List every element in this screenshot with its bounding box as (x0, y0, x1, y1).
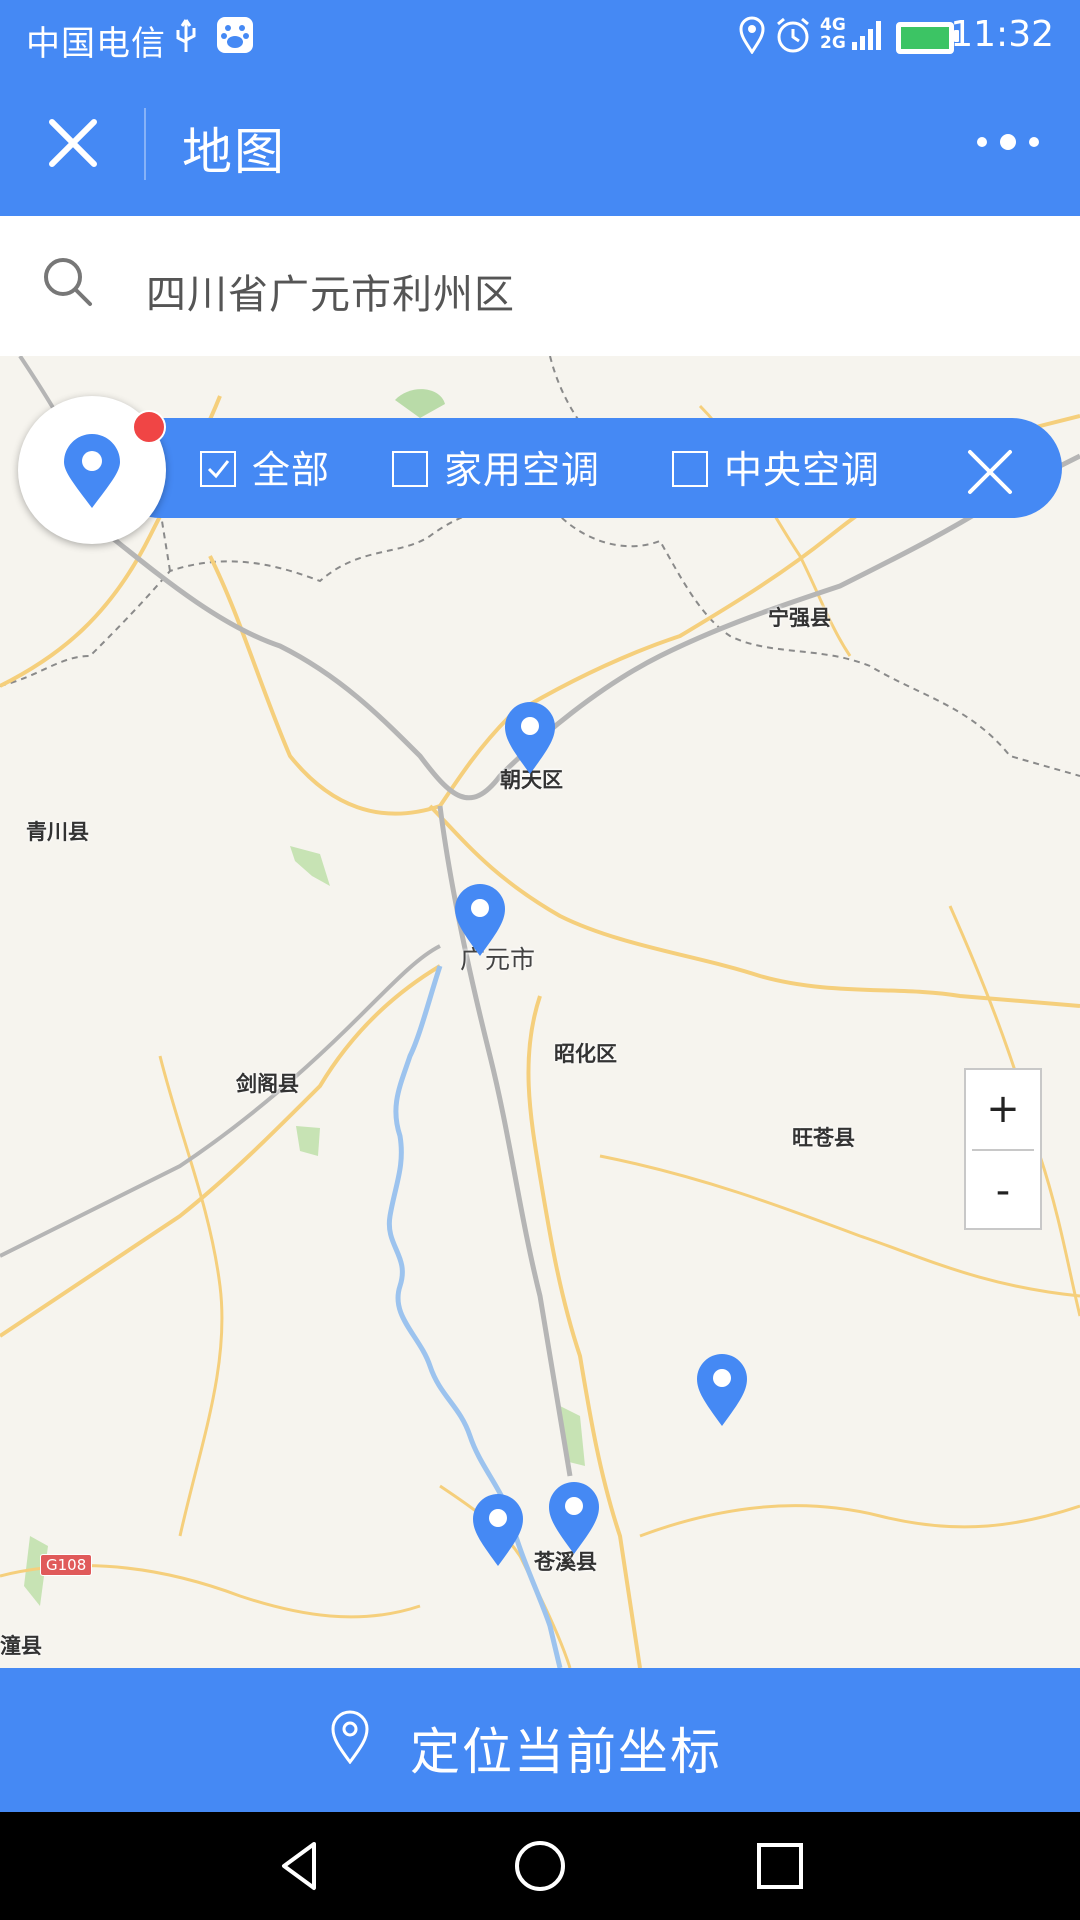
location-pin-icon (331, 1710, 369, 1764)
zoom-in-button[interactable]: + (966, 1070, 1040, 1148)
network-label: 4G 2G (820, 16, 846, 52)
check-icon (207, 460, 230, 479)
map-marker[interactable] (452, 882, 508, 958)
label-jiange: 剑阁县 (236, 1072, 299, 1096)
map-marker[interactable] (694, 1352, 750, 1428)
zoom-control: + - (964, 1068, 1042, 1230)
zoom-divider (972, 1149, 1034, 1151)
checkbox-unchecked[interactable] (392, 451, 428, 487)
close-icon[interactable] (36, 106, 110, 180)
search-bar[interactable]: 四川省广元市利州区 (0, 216, 1080, 358)
filter-option-label: 家用空调 (444, 448, 601, 492)
network-4g-label: 4G (820, 15, 846, 35)
map-marker[interactable] (470, 1492, 526, 1568)
usb-icon (176, 19, 196, 52)
carrier-label: 中国电信 (26, 24, 166, 64)
zoom-out-button[interactable]: - (966, 1152, 1040, 1230)
label-wangcang: 旺苍县 (792, 1126, 855, 1150)
back-icon[interactable] (270, 1836, 330, 1896)
signal-icon (852, 21, 881, 50)
battery-icon (896, 22, 954, 54)
map-marker[interactable] (502, 700, 558, 776)
road-badge: G108 (40, 1554, 93, 1576)
label-zitong: 潼县 (0, 1634, 42, 1658)
baidu-app-icon (217, 17, 253, 53)
location-pin-icon (64, 434, 120, 508)
map-base (0, 356, 1080, 1668)
filter-option-label: 中央空调 (724, 448, 881, 492)
search-icon (44, 258, 92, 306)
title-divider (144, 108, 146, 180)
checkbox-checked[interactable] (200, 451, 236, 487)
search-input[interactable]: 四川省广元市利州区 (146, 262, 515, 320)
clock: 11:32 (950, 14, 1054, 55)
status-bar: 中国电信 4G 2G 11:32 (0, 0, 1080, 72)
map-view[interactable]: 宁强县 朝天区 青川县 广元市 昭化区 剑阁县 旺苍县 苍溪县 潼县 G108 … (0, 356, 1080, 1668)
locate-current-button[interactable]: 定位当前坐标 (0, 1668, 1080, 1812)
label-qingchuan: 青川县 (26, 820, 89, 844)
home-icon[interactable] (510, 1836, 570, 1896)
filter-option-label: 全部 (252, 448, 331, 492)
label-zhaohua: 昭化区 (554, 1042, 617, 1066)
recents-icon[interactable] (750, 1836, 810, 1896)
map-marker[interactable] (546, 1480, 602, 1556)
page-title: 地图 (182, 123, 286, 181)
more-options-icon[interactable] (972, 122, 1062, 162)
label-ningqiang: 宁强县 (768, 606, 831, 630)
locate-current-label: 定位当前坐标 (410, 1723, 722, 1781)
title-bar: 地图 (0, 72, 1080, 216)
alarm-icon (777, 17, 809, 53)
network-2g-label: 2G (820, 33, 846, 53)
checkbox-unchecked[interactable] (672, 451, 708, 487)
location-status-icon (739, 16, 765, 54)
system-nav-bar (0, 1812, 1080, 1920)
filter-close-icon[interactable] (962, 444, 1018, 500)
notification-dot (132, 410, 166, 444)
